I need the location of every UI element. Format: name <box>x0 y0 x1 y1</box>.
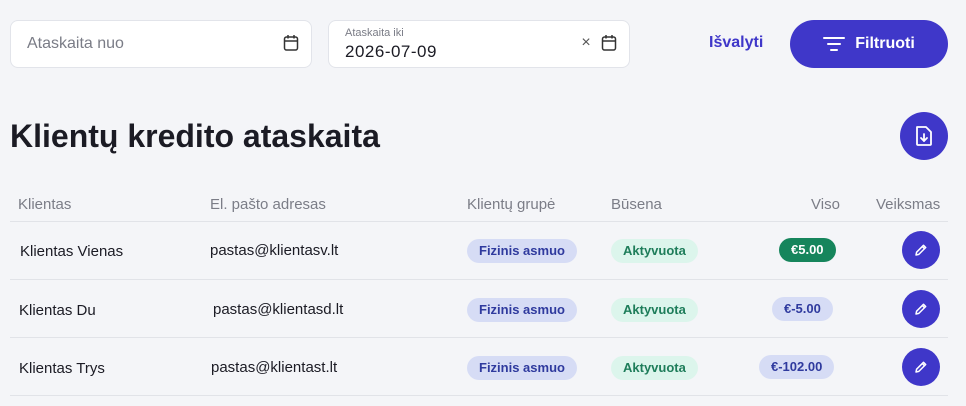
client-email: pastas@klientast.lt <box>211 359 338 376</box>
client-email: pastas@klientasv.lt <box>210 242 339 259</box>
pencil-icon <box>915 361 927 373</box>
filter-button[interactable]: Filtruoti <box>790 20 948 68</box>
calendar-icon[interactable] <box>601 34 617 52</box>
file-download-icon <box>916 126 932 146</box>
column-header-email[interactable]: El. pašto adresas <box>210 196 326 213</box>
group-badge: Fizinis asmuo <box>467 239 577 263</box>
pencil-icon <box>915 244 927 256</box>
client-name: Klientas Du <box>19 302 96 319</box>
column-header-action: Veiksmas <box>876 196 941 213</box>
column-header-total[interactable]: Viso <box>811 196 840 213</box>
table-row: Klientas Vienas pastas@klientasv.lt Fizi… <box>0 221 966 279</box>
close-icon[interactable]: × <box>579 35 593 51</box>
filter-lines-icon <box>823 37 846 51</box>
pencil-icon <box>915 303 927 315</box>
column-header-group[interactable]: Klientų grupė <box>467 196 555 213</box>
status-badge: Aktyvuota <box>611 298 698 322</box>
edit-button[interactable] <box>902 348 940 386</box>
date-to-value[interactable]: 2026-07-09 <box>345 42 437 62</box>
status-badge: Aktyvuota <box>611 356 698 380</box>
total-badge: €5.00 <box>779 238 836 262</box>
table-row: Klientas Du pastas@klientasd.lt Fizinis … <box>0 280 966 338</box>
export-button[interactable] <box>900 112 948 160</box>
client-name: Klientas Vienas <box>20 243 124 260</box>
edit-button[interactable] <box>902 231 940 269</box>
edit-button[interactable] <box>902 290 940 328</box>
group-badge: Fizinis asmuo <box>467 356 577 380</box>
table-row: Klientas Trys pastas@klientast.lt Fizini… <box>0 338 966 396</box>
filter-button-label: Filtruoti <box>855 35 915 52</box>
divider <box>10 395 948 396</box>
calendar-icon[interactable] <box>283 34 299 52</box>
column-header-client[interactable]: Klientas <box>18 196 71 213</box>
client-email: pastas@klientasd.lt <box>213 301 344 318</box>
clear-filters-button[interactable]: Išvalyti <box>709 34 763 52</box>
group-badge: Fizinis asmuo <box>467 298 577 322</box>
total-badge: €-5.00 <box>772 297 833 321</box>
status-badge: Aktyvuota <box>611 239 698 263</box>
date-to-label: Ataskaita iki <box>345 27 404 39</box>
client-name: Klientas Trys <box>19 360 105 377</box>
date-to-field[interactable]: Ataskaita iki 2026-07-09 × <box>328 20 630 68</box>
date-from-placeholder: Ataskaita nuo <box>27 35 124 52</box>
page-title: Klientų kredito ataskaita <box>10 118 380 154</box>
total-badge: €-102.00 <box>759 355 835 379</box>
date-from-field[interactable]: Ataskaita nuo <box>10 20 312 68</box>
column-header-status[interactable]: Būsena <box>611 196 662 213</box>
